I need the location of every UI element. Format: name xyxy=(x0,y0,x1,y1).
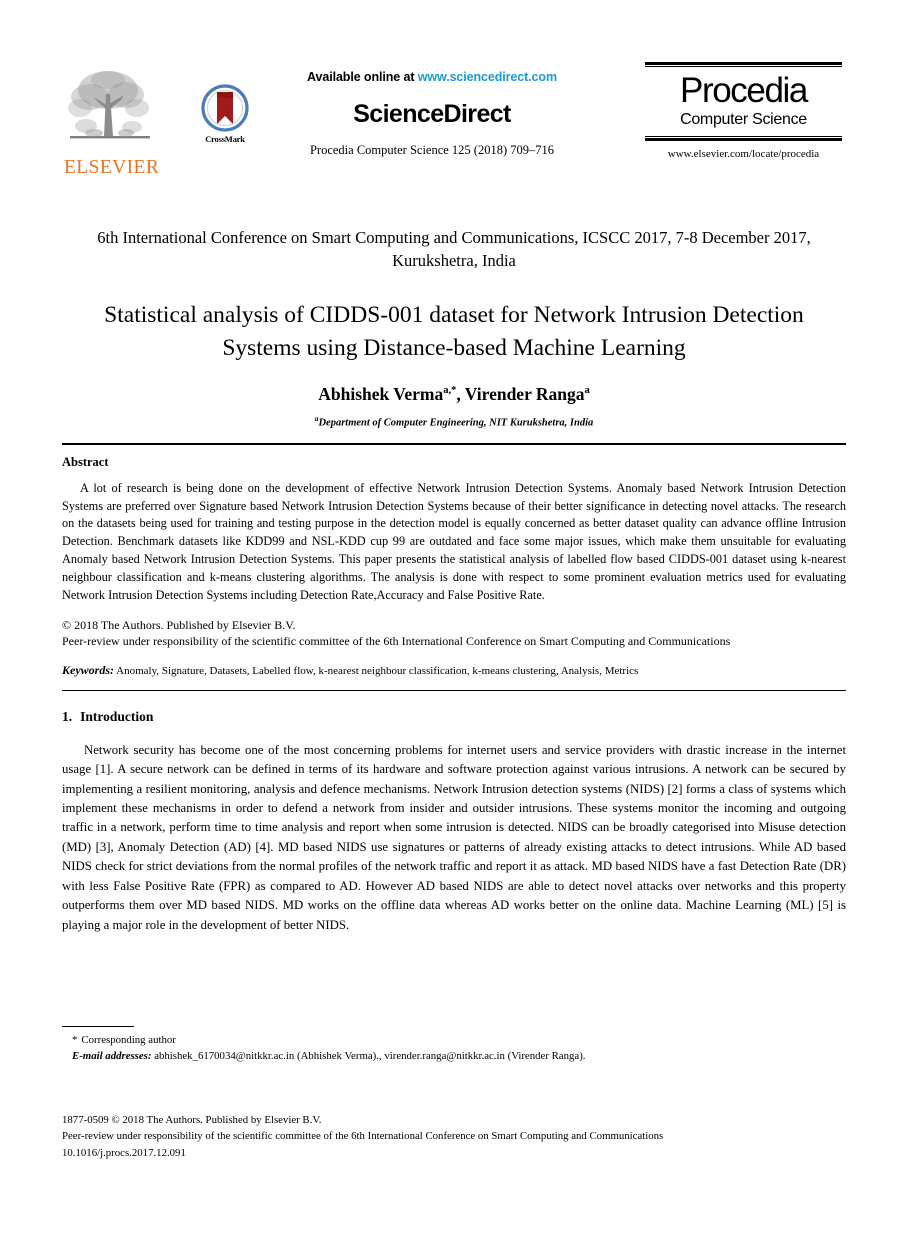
copyright-line: © 2018 The Authors. Published by Elsevie… xyxy=(62,617,296,632)
bottom-peer-review-line: Peer-review under responsibility of the … xyxy=(62,1130,664,1143)
footnote-rule xyxy=(62,1026,134,1027)
available-online-prefix: Available online at xyxy=(307,70,418,84)
peer-review-line: Peer-review under responsibility of the … xyxy=(62,634,731,649)
procedia-subtitle: Computer Science xyxy=(680,110,807,128)
crossmark-label: CrossMark xyxy=(205,134,245,144)
author-name-2: Virender Ranga xyxy=(464,384,585,405)
author-marker-2: a xyxy=(584,385,590,397)
corresponding-author-note: * Corresponding author xyxy=(62,1032,846,1048)
journal-citation: Procedia Computer Science 125 (2018) 709… xyxy=(309,143,555,157)
section-number: 1. xyxy=(62,708,73,724)
elsevier-wordmark: ELSEVIER xyxy=(64,157,160,178)
affiliation-text: Department of Computer Engineering, NIT … xyxy=(318,417,594,429)
page-content: ELSEVIER CrossMark Available online at w… xyxy=(62,0,846,935)
keywords-text: Anomaly, Signature, Datasets, Labelled f… xyxy=(116,664,639,677)
procedia-url[interactable]: www.elsevier.com/locate/procedia xyxy=(641,148,846,160)
affiliation: aDepartment of Computer Engineering, NIT… xyxy=(62,414,846,429)
keywords-label: Keywords: xyxy=(62,662,114,677)
keywords-line: Keywords: Anomaly, Signature, Datasets, … xyxy=(62,663,846,678)
copyright-block: © 2018 The Authors. Published by Elsevie… xyxy=(62,617,846,650)
conference-line: 6th International Conference on Smart Co… xyxy=(97,228,811,270)
footnote-star-marker: * xyxy=(72,1034,78,1046)
email-addresses-note: E-mail addresses: abhishek_6170034@nitkk… xyxy=(62,1048,846,1064)
procedia-logo: Procedia Computer Science www.elsevier.c… xyxy=(641,62,846,160)
email-label: E-mail addresses: xyxy=(72,1050,152,1063)
abstract-top-rule xyxy=(62,442,846,445)
abstract-heading: Abstract xyxy=(62,454,109,469)
author-list: Abhishek Vermaa,*, Virender Rangaa xyxy=(62,384,846,405)
author-separator: , xyxy=(456,384,465,405)
procedia-bottom-rule xyxy=(645,135,842,141)
section-heading-introduction: 1. Introduction xyxy=(62,709,846,725)
introduction-paragraph: Network security has become one of the m… xyxy=(62,742,846,932)
masthead: ELSEVIER CrossMark Available online at w… xyxy=(62,62,846,207)
bottom-copyright-block: 1877-0509 © 2018 The Authors. Published … xyxy=(62,1112,852,1161)
corresponding-author-text: Corresponding author xyxy=(81,1034,176,1046)
author-marker-1: a,* xyxy=(443,385,457,397)
elsevier-logo: ELSEVIER xyxy=(64,64,160,182)
procedia-top-rule xyxy=(645,62,842,67)
doi-line[interactable]: 10.1016/j.procs.2017.12.091 xyxy=(62,1145,852,1161)
elsevier-tree-icon xyxy=(64,64,156,156)
available-online-line: Available online at www.sciencedirect.co… xyxy=(252,70,612,84)
email-addresses[interactable]: abhishek_6170034@nitkkr.ac.in (Abhishek … xyxy=(154,1050,585,1062)
footnote-block: * Corresponding author E-mail addresses: … xyxy=(62,1026,846,1064)
procedia-title: Procedia xyxy=(680,71,808,110)
sciencedirect-block: Available online at www.sciencedirect.co… xyxy=(252,70,612,158)
keywords-bottom-rule xyxy=(62,689,846,691)
crossmark-logo[interactable]: CrossMark xyxy=(194,84,256,144)
issn-copyright-line: 1877-0509 © 2018 The Authors. Published … xyxy=(62,1114,322,1126)
sciencedirect-url[interactable]: www.sciencedirect.com xyxy=(418,70,557,84)
crossmark-icon xyxy=(201,84,249,132)
page-title: Statistical analysis of CIDDS-001 datase… xyxy=(104,301,804,361)
sciencedirect-wordmark: ScienceDirect xyxy=(353,100,511,128)
paper-page: ELSEVIER CrossMark Available online at w… xyxy=(0,0,907,1238)
section-title: Introduction xyxy=(80,708,154,724)
abstract-text: A lot of research is being done on the d… xyxy=(62,480,846,602)
author-name-1: Abhishek Verma xyxy=(318,384,444,405)
